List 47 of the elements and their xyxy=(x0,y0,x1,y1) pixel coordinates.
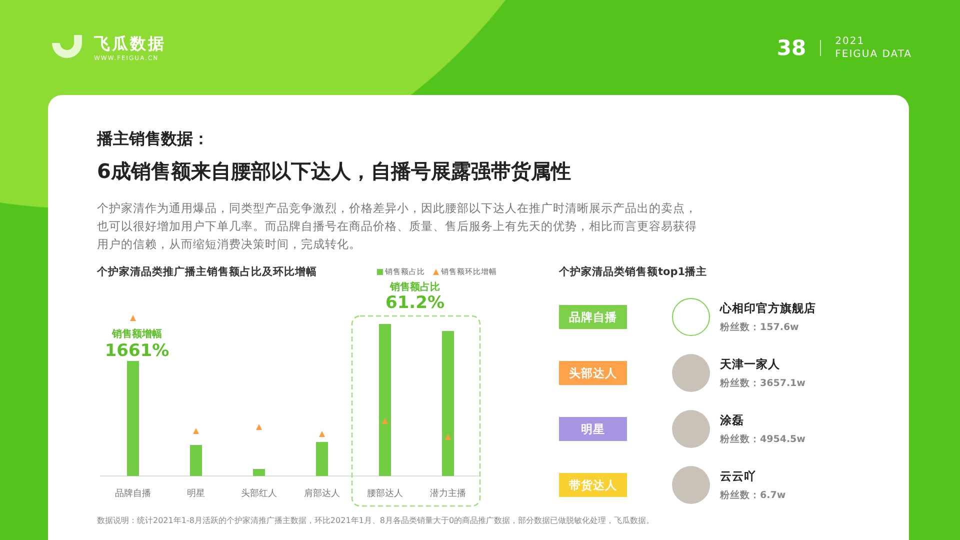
category-label: 潜力主播 xyxy=(430,489,466,499)
section-kicker: 播主销售数据： xyxy=(97,129,210,150)
chart-bar xyxy=(316,442,328,476)
category-label: 头部红人 xyxy=(241,489,277,499)
callout-label: 销售额增幅 xyxy=(112,329,162,340)
fan-count: 粉丝数：157.6w xyxy=(720,320,800,334)
callout-value: 1661% xyxy=(104,341,170,361)
category-tag: 品牌自播 xyxy=(559,305,627,329)
callout-value: 61.2% xyxy=(386,293,444,313)
streamer-name: 心相印官方旗舰店 xyxy=(720,300,816,316)
category-tag: 明星 xyxy=(559,417,627,441)
triangle-icon xyxy=(382,418,388,424)
streamer-name: 涂磊 xyxy=(720,412,745,428)
page-number: 38 xyxy=(776,36,806,60)
category-label: 肩部达人 xyxy=(304,489,340,499)
fan-count: 粉丝数：4954.5w xyxy=(720,432,806,446)
intro-paragraph: 个护家清作为通用爆品，同类型产品竞争激烈，价格差异小，因此腰部以下达人在推广时清晰展示产品出的卖点，也可以很好增加用户下单几率。而品牌自播号在商品价格、质量、售后服务上有先天的优势，相比而言更容易获得用户的信赖，从而缩短消费决策时间，完成转化。 xyxy=(97,200,697,253)
category-tag: 带货达人 xyxy=(559,473,627,497)
category-label: 明星 xyxy=(187,489,205,499)
triangle-icon xyxy=(193,428,199,434)
callout-label: 销售额占比 xyxy=(390,282,440,293)
year-text: 2021 xyxy=(835,34,866,48)
triangle-icon xyxy=(433,269,439,275)
fan-count: 粉丝数：6.7w xyxy=(720,488,786,502)
triangle-icon xyxy=(130,315,136,321)
category-label: 品牌自播 xyxy=(115,489,151,499)
logo-placeholder xyxy=(672,298,710,336)
section-title: 6成销售额来自腰部以下达人，自播号展露强带货属性 xyxy=(97,158,572,185)
category-tag: 头部达人 xyxy=(559,361,627,385)
streamer-name: 云云吖 xyxy=(720,468,757,484)
footnote: 数据说明：统计2021年1-8月活跃的个护家清推广播主数据，环比2021年1月、8月各品类销量大于0的商品推广数据，部分数据已做脱敏化处理，飞瓜数据。 xyxy=(97,515,656,526)
chart-bar xyxy=(190,445,202,476)
triangle-icon xyxy=(445,434,451,440)
category-label: 腰部达人 xyxy=(367,489,403,499)
chart-title: 个护家清品类推广播主销售额占比及环比增幅 xyxy=(97,265,317,279)
brand-text: FEIGUA DATA xyxy=(835,48,912,60)
triangle-icon xyxy=(256,424,262,430)
panel-title: 个护家清品类销售额top1播主 xyxy=(559,265,708,279)
fan-count: 粉丝数：3657.1w xyxy=(720,376,806,390)
square-icon xyxy=(377,269,383,275)
photo-placeholder xyxy=(672,410,710,448)
chart-bar xyxy=(253,469,265,476)
triangle-icon xyxy=(319,431,325,437)
logo-text: 飞瓜数据 xyxy=(94,34,166,54)
photo-placeholder xyxy=(672,466,710,504)
photo-placeholder xyxy=(672,354,710,392)
streamer-name: 天津一家人 xyxy=(720,356,781,372)
